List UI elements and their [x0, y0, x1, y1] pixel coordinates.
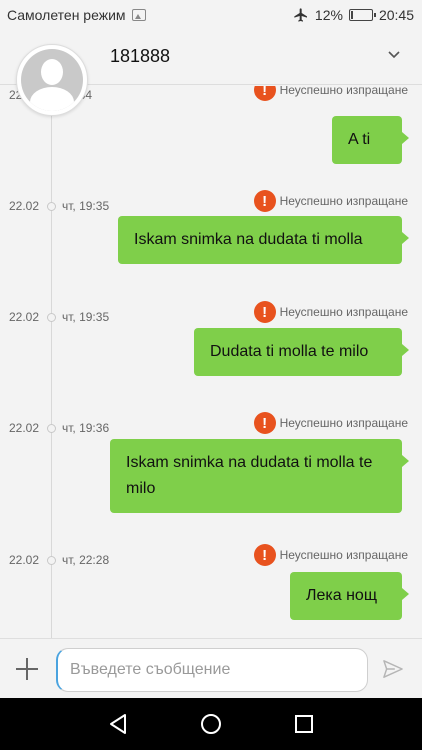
message-time: чт, 19:35 [62, 310, 110, 324]
recents-square-icon[interactable] [292, 712, 316, 736]
battery-icon [348, 9, 376, 21]
exclamation-icon[interactable]: ! [253, 301, 276, 323]
exclamation-icon[interactable]: ! [253, 86, 276, 101]
contact-name[interactable]: 181888 [110, 46, 170, 67]
avatar[interactable] [16, 44, 88, 116]
send-failed-label: Неуспешно изпращане [279, 416, 408, 430]
message-bubble[interactable]: A ti [332, 116, 409, 164]
message-bubble[interactable]: Iskam snimka na dudata ti molla te milo [110, 439, 409, 513]
back-triangle-icon[interactable] [106, 712, 130, 736]
exclamation-icon[interactable]: ! [253, 544, 276, 566]
airplane-icon [294, 8, 307, 22]
message-date: 22.02 [9, 199, 40, 213]
send-failed-label: Неуспешно изпращане [279, 194, 408, 208]
navigation-bar [0, 698, 422, 750]
plus-icon[interactable] [16, 658, 38, 680]
send-failed-status[interactable]: ! Неуспешно изпращане [253, 301, 408, 323]
chevron-down-icon[interactable] [388, 48, 400, 60]
send-failed-status[interactable]: ! Неуспешно изпращане [253, 544, 408, 566]
timeline-dot [47, 424, 56, 433]
status-bar: Самолетен режим 12% 20:45 [0, 0, 422, 30]
clock: 20:45 [378, 7, 414, 23]
battery-percent: 12% [314, 7, 343, 23]
message-bubble[interactable]: Iskam snimka na dudata ti molla [118, 216, 409, 264]
message-list[interactable]: 22.02 19:34 ! Неуспешно изпращане A ti 2… [0, 86, 422, 638]
send-failed-status[interactable]: ! Неуспешно изпращане [253, 190, 408, 212]
message-input[interactable] [56, 648, 368, 692]
timeline-dot [47, 313, 56, 322]
airplane-mode-label: Самолетен режим [7, 7, 126, 23]
exclamation-icon[interactable]: ! [253, 190, 276, 212]
message-date: 22.02 [9, 310, 40, 324]
exclamation-icon[interactable]: ! [253, 412, 276, 434]
send-failed-label: Неуспешно изпращане [279, 305, 408, 319]
send-failed-label: Неуспешно изпращане [279, 548, 408, 562]
send-failed-label: Неуспешно изпращане [279, 86, 408, 97]
message-time: чт, 19:35 [62, 199, 110, 213]
home-circle-icon[interactable] [199, 712, 223, 736]
send-failed-status[interactable]: ! Неуспешно изпращане [253, 412, 408, 434]
message-date: 22.02 [9, 421, 40, 435]
send-icon[interactable] [382, 659, 404, 679]
send-failed-status[interactable]: ! Неуспешно изпращане [253, 86, 408, 101]
message-bubble[interactable]: Dudata ti molla te milo [194, 328, 409, 376]
message-date: 22.02 [9, 553, 40, 567]
timeline-dot [47, 202, 56, 211]
compose-bar [0, 638, 422, 698]
image-notification-icon [131, 9, 146, 21]
message-time: чт, 19:36 [62, 421, 110, 435]
timeline-dot [47, 556, 56, 565]
message-bubble[interactable]: Лека нощ [290, 572, 409, 620]
default-person-icon [21, 49, 83, 111]
message-time: чт, 22:28 [62, 553, 110, 567]
